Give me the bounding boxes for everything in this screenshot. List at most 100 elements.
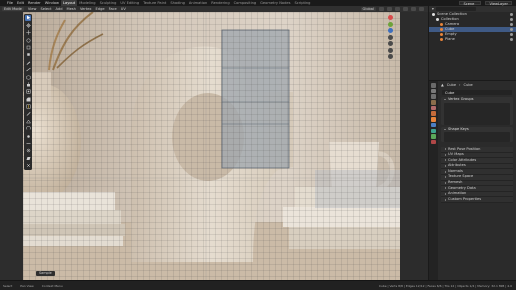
poly-build-icon[interactable] [25, 118, 31, 124]
add-cube-icon[interactable] [25, 74, 31, 80]
pan-hand-icon[interactable] [388, 41, 393, 46]
object-data-tab-icon[interactable] [431, 134, 436, 139]
menu-edge[interactable]: Edge [96, 7, 105, 11]
rotate-icon[interactable] [25, 37, 31, 43]
axis-y-icon[interactable] [388, 21, 393, 27]
xray-icon[interactable] [403, 7, 408, 11]
vertex-groups-label: Vertex Groups [448, 97, 474, 101]
shading-solid-icon[interactable] [411, 7, 416, 11]
shape-keys-list[interactable] [444, 132, 510, 142]
edge-slide-icon[interactable] [25, 141, 31, 147]
collapse-arrow-icon [445, 198, 446, 201]
menu-mesh[interactable]: Mesh [67, 7, 76, 11]
menu-view[interactable]: View [28, 7, 37, 11]
output-tab-icon[interactable] [431, 94, 436, 99]
viewport-left-region [0, 12, 23, 280]
tool-tab-icon[interactable] [431, 83, 436, 88]
visibility-eye-icon[interactable] [510, 38, 513, 41]
orientation-selector[interactable]: Global [360, 6, 376, 12]
overlays-icon[interactable] [395, 7, 400, 11]
visibility-eye-icon[interactable] [510, 23, 513, 26]
cursor-icon[interactable] [25, 22, 31, 28]
loop-cut-icon[interactable] [25, 104, 31, 110]
inset-icon[interactable] [25, 89, 31, 95]
menu-face[interactable]: Face [109, 7, 117, 11]
bevel-icon[interactable] [25, 96, 31, 102]
particles-tab-icon[interactable] [431, 128, 436, 133]
menu-edit[interactable]: Edit [17, 1, 24, 5]
viewport-grid [23, 12, 400, 280]
tool-shelf [24, 14, 32, 170]
modifier-tab-icon[interactable] [431, 122, 436, 128]
vertex-groups-panel: Vertex Groups [441, 97, 513, 125]
collapse-arrow-icon [445, 187, 446, 190]
outliner-search-input[interactable] [435, 7, 476, 11]
visibility-eye-icon[interactable] [510, 18, 513, 21]
menu-uv[interactable]: UV [121, 7, 126, 11]
vertex-groups-list[interactable] [444, 102, 510, 125]
breadcrumb: ▲ Cube › Cube [439, 81, 515, 89]
scene-selector[interactable]: Scene [459, 0, 482, 6]
hint-context-menu: Context Menu [41, 284, 63, 288]
reference-image [23, 12, 400, 280]
outliner-row[interactable]: Plane [429, 37, 516, 42]
move-icon[interactable] [25, 30, 31, 36]
menu-file[interactable]: File [7, 1, 13, 5]
mesh-name-field[interactable]: Cube [442, 90, 512, 95]
shape-keys-label: Shape Keys [448, 126, 469, 131]
menu-add[interactable]: Add [56, 7, 63, 11]
shear-icon[interactable] [25, 155, 31, 161]
object-type-icon [440, 28, 443, 31]
visibility-eye-icon[interactable] [510, 33, 513, 36]
rip-icon[interactable] [25, 163, 31, 169]
scene-statistics: Cube | Verts 8/8 | Edges 12/12 | Faces 6… [378, 284, 512, 288]
collapse-arrow-icon [445, 159, 446, 162]
menu-vertex[interactable]: Vertex [80, 7, 92, 11]
knife-icon[interactable] [25, 111, 31, 117]
shading-material-icon[interactable] [419, 7, 424, 11]
properties-tabs [429, 81, 438, 281]
menu-render[interactable]: Render [28, 1, 41, 5]
snap-icon[interactable] [379, 7, 384, 11]
annotate-icon[interactable] [25, 59, 31, 65]
spin-icon[interactable] [25, 126, 31, 132]
outliner-tree: Scene Collection Collection Camera Cube Empt… [429, 12, 516, 42]
3d-viewport[interactable]: Sample [0, 12, 428, 280]
camera-view-icon[interactable] [388, 47, 393, 53]
collapse-arrow-icon [445, 176, 446, 179]
mesh-data-icon: ▲ [441, 83, 444, 87]
extrude-icon[interactable] [25, 82, 31, 88]
measure-icon[interactable] [25, 67, 31, 73]
scene-tab-icon[interactable] [431, 105, 436, 111]
grid-view-icon[interactable] [388, 54, 393, 59]
view-layer-tab-icon[interactable] [431, 100, 436, 105]
object-type-icon [436, 18, 439, 21]
transform-icon[interactable] [25, 52, 31, 58]
proportional-edit-icon[interactable] [387, 7, 392, 11]
visibility-eye-icon[interactable] [510, 13, 513, 16]
menu-select[interactable]: Select [40, 7, 51, 11]
view-layer-selector[interactable]: ViewLayer [485, 0, 512, 6]
visibility-eye-icon[interactable] [510, 28, 513, 31]
shrink-fatten-icon[interactable] [25, 148, 31, 154]
material-tab-icon[interactable] [431, 139, 436, 145]
menu-window[interactable]: Window [45, 1, 59, 5]
object-type-icon [440, 38, 443, 41]
collapsed-panel-header[interactable]: Custom Properties [441, 197, 513, 203]
smooth-icon[interactable] [25, 133, 31, 139]
render-tab-icon[interactable] [431, 88, 436, 94]
zoom-icon[interactable] [388, 34, 393, 40]
mode-selector[interactable]: Edit Mode [2, 6, 24, 12]
object-tab-icon[interactable] [431, 117, 436, 122]
select-box-icon[interactable] [25, 15, 31, 21]
object-type-icon [440, 23, 443, 26]
filter-icon[interactable]: ▾ [432, 7, 434, 11]
status-bar: Select Pan View Context Menu Cube | Vert… [0, 280, 516, 290]
object-type-icon [432, 13, 435, 16]
vertex-groups-header[interactable]: Vertex Groups [441, 97, 513, 103]
scale-icon[interactable] [25, 45, 31, 51]
axis-x-icon[interactable] [388, 15, 393, 20]
axis-z-icon[interactable] [388, 28, 393, 33]
world-tab-icon[interactable] [431, 111, 436, 116]
hint-pan-view: Pan View [20, 284, 34, 288]
